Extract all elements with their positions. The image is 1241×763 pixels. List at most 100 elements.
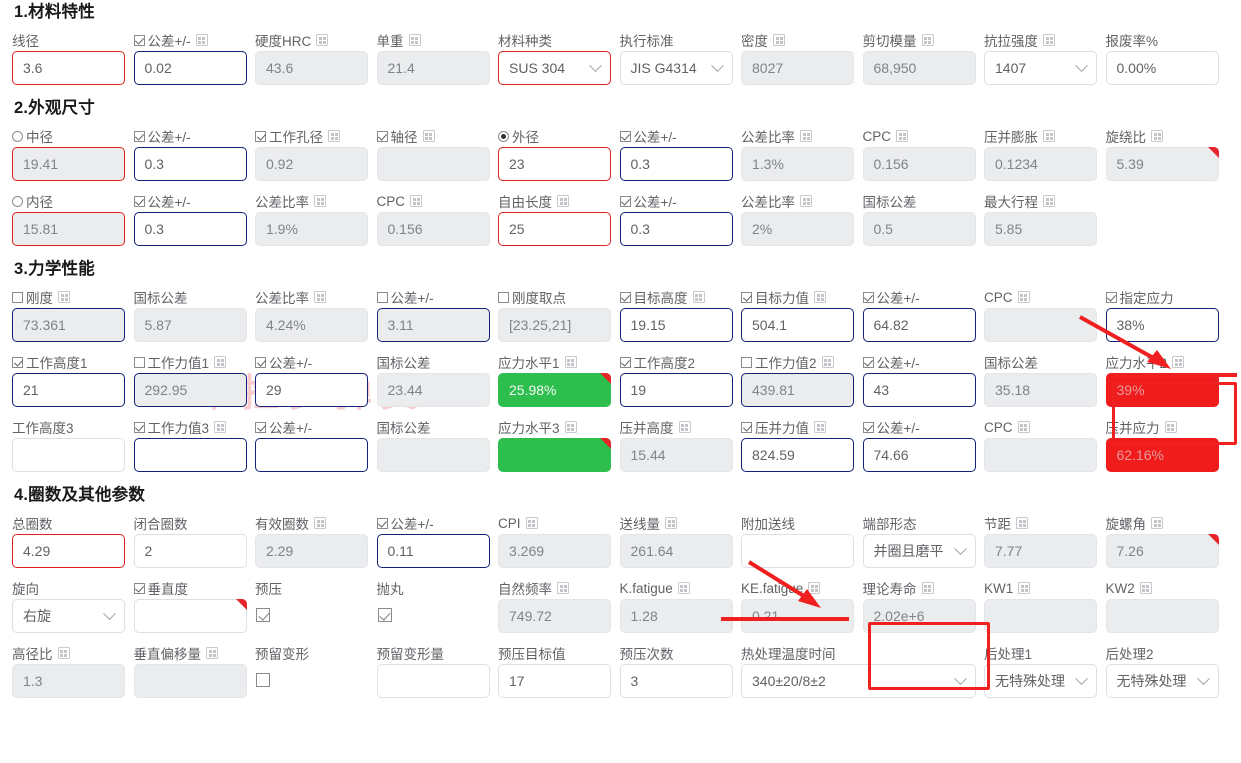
checkbox-checked[interactable] — [12, 356, 23, 368]
calc-grid-icon[interactable] — [314, 517, 326, 529]
input-field[interactable]: 21.4 — [376, 51, 490, 85]
input-field[interactable]: 23 — [498, 147, 611, 181]
calc-grid-icon[interactable] — [1043, 130, 1055, 142]
checkbox-checked[interactable] — [741, 421, 752, 433]
input-field[interactable]: 62.16% — [1105, 438, 1219, 472]
input-field[interactable]: 1.3% — [741, 147, 854, 181]
calc-grid-icon[interactable] — [214, 356, 227, 368]
input-field[interactable]: 4.24% — [255, 308, 368, 342]
chevron-down-icon[interactable] — [589, 58, 602, 72]
input-field[interactable]: 504.1 — [741, 308, 854, 342]
chevron-down-icon[interactable] — [103, 606, 116, 620]
input-field[interactable] — [376, 147, 490, 181]
input-field[interactable]: 0.11 — [376, 534, 490, 568]
input-field[interactable]: 749.72 — [498, 599, 611, 633]
calc-grid-icon[interactable] — [557, 195, 569, 207]
calc-grid-icon[interactable] — [1018, 582, 1031, 594]
input-field[interactable]: 824.59 — [741, 438, 854, 472]
input-field[interactable]: 73.361 — [12, 308, 125, 342]
calc-grid-icon[interactable] — [564, 356, 577, 368]
input-field[interactable]: 8027 — [741, 51, 854, 85]
input-field[interactable]: 25 — [498, 212, 611, 246]
input-field[interactable]: 0.1234 — [984, 147, 1097, 181]
checkbox-unchecked[interactable] — [12, 291, 23, 303]
calc-grid-icon[interactable] — [896, 130, 909, 142]
calc-grid-icon[interactable] — [1016, 517, 1028, 529]
checkbox-unchecked[interactable] — [133, 356, 145, 368]
input-field[interactable]: 2% — [741, 212, 854, 246]
calc-grid-icon[interactable] — [665, 517, 677, 529]
checkbox-checked[interactable] — [376, 130, 388, 142]
input-field[interactable]: 3.269 — [498, 534, 611, 568]
input-field[interactable] — [133, 599, 247, 633]
input-field[interactable]: 64.82 — [862, 308, 976, 342]
input-field[interactable]: 39% — [1105, 373, 1219, 407]
select-field[interactable]: 无特殊处理 — [1105, 664, 1219, 698]
input-field[interactable]: 19.15 — [619, 308, 733, 342]
checkbox-checked[interactable] — [255, 130, 266, 142]
input-field[interactable]: 15.81 — [12, 212, 125, 246]
calc-grid-icon[interactable] — [800, 130, 812, 142]
checkbox-checked[interactable] — [133, 421, 145, 433]
calc-grid-icon[interactable] — [821, 356, 834, 368]
chevron-down-icon[interactable] — [954, 671, 967, 685]
input-field[interactable]: 1.3 — [12, 664, 125, 698]
checkbox-checked[interactable] — [862, 291, 874, 303]
input-field[interactable]: 2.02e+6 — [862, 599, 976, 633]
checkbox-checked[interactable] — [619, 130, 631, 142]
input-field[interactable]: 35.18 — [984, 373, 1097, 407]
input-field[interactable]: 0.00% — [1105, 51, 1219, 85]
input-field[interactable]: 19 — [619, 373, 733, 407]
calc-grid-icon[interactable] — [1139, 582, 1152, 594]
select-field[interactable]: 右旋 — [12, 599, 125, 633]
input-field[interactable]: 0.21 — [741, 599, 854, 633]
input-field[interactable]: 0.3 — [133, 212, 247, 246]
calc-grid-icon[interactable] — [408, 34, 421, 46]
standalone-checkbox[interactable] — [256, 673, 270, 687]
calc-grid-icon[interactable] — [525, 517, 538, 529]
input-field[interactable] — [1105, 599, 1219, 633]
checkbox-checked[interactable] — [862, 421, 874, 433]
input-field[interactable] — [984, 438, 1097, 472]
checkbox-checked[interactable] — [619, 195, 631, 207]
calc-grid-icon[interactable] — [1017, 291, 1030, 303]
input-field[interactable]: 3.6 — [12, 51, 125, 85]
calc-grid-icon[interactable] — [1043, 34, 1055, 46]
checkbox-checked[interactable] — [619, 356, 631, 368]
input-field[interactable] — [133, 664, 247, 698]
chevron-down-icon[interactable] — [953, 541, 967, 555]
input-field[interactable]: 43.6 — [255, 51, 368, 85]
checkbox-unchecked[interactable] — [498, 291, 509, 303]
input-field[interactable]: 439.81 — [741, 373, 854, 407]
checkbox-checked[interactable] — [133, 582, 145, 594]
input-field[interactable]: 0.92 — [255, 147, 368, 181]
input-field[interactable]: 0.156 — [376, 212, 490, 246]
calc-grid-icon[interactable] — [1151, 517, 1163, 529]
input-field[interactable] — [376, 438, 490, 472]
checkbox-checked[interactable] — [133, 34, 145, 46]
select-field[interactable]: 1407 — [984, 51, 1097, 85]
calc-grid-icon[interactable] — [314, 195, 326, 207]
input-field[interactable]: 2.29 — [255, 534, 368, 568]
calc-grid-icon[interactable] — [808, 582, 821, 594]
checkbox-checked[interactable] — [255, 356, 266, 368]
checkbox-checked[interactable] — [1105, 291, 1117, 303]
calc-grid-icon[interactable] — [921, 582, 934, 594]
input-field[interactable]: 292.95 — [133, 373, 247, 407]
input-field[interactable]: 19.41 — [12, 147, 125, 181]
chevron-down-icon[interactable] — [1075, 58, 1088, 72]
calc-grid-icon[interactable] — [773, 34, 785, 46]
input-field[interactable]: 23.44 — [376, 373, 490, 407]
input-field[interactable] — [255, 438, 368, 472]
calc-grid-icon[interactable] — [921, 34, 934, 46]
calc-grid-icon[interactable] — [677, 582, 690, 594]
input-field[interactable]: 5.39 — [1105, 147, 1219, 181]
checkbox-checked[interactable] — [862, 356, 874, 368]
input-field[interactable]: 29 — [255, 373, 368, 407]
input-field[interactable]: 7.26 — [1105, 534, 1219, 568]
calc-grid-icon[interactable] — [410, 195, 423, 207]
input-field[interactable] — [376, 664, 490, 698]
calc-grid-icon[interactable] — [314, 291, 326, 303]
calc-grid-icon[interactable] — [214, 421, 227, 433]
standalone-checkbox[interactable] — [256, 608, 270, 622]
